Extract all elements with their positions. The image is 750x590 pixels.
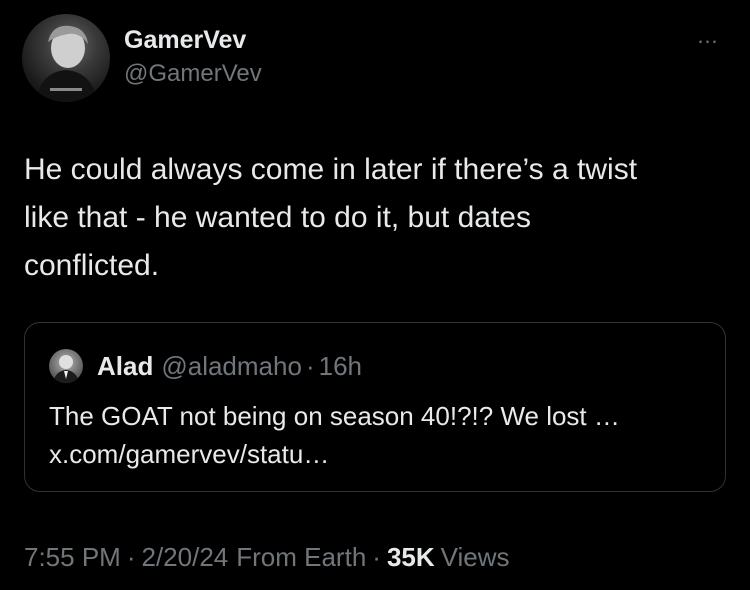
author-avatar[interactable] xyxy=(22,14,110,102)
quoted-timestamp[interactable]: 16h xyxy=(319,351,362,382)
more-icon: … xyxy=(696,23,720,48)
quoted-author-name[interactable]: Alad xyxy=(97,351,153,382)
views-count[interactable]: 35K xyxy=(387,542,435,573)
tweet-meta: 7:55 PM · 2/20/24 From Earth · 35K Views xyxy=(24,538,510,576)
quoted-separator: · xyxy=(305,350,315,381)
quoted-tweet-card[interactable]: Alad @aladmaho · 16h The GOAT not being … xyxy=(24,322,726,492)
tweet-location: From Earth xyxy=(236,541,367,572)
tweet-text: He could always come in later if there’s… xyxy=(24,153,638,282)
meta-separator: · xyxy=(126,541,136,572)
quoted-author-handle[interactable]: @aladmaho xyxy=(161,351,302,382)
quoted-avatar-image xyxy=(53,355,79,383)
quoted-author-avatar xyxy=(49,349,83,383)
tweet-time[interactable]: 7:55 PM xyxy=(24,542,121,573)
views-label: Views xyxy=(440,541,510,572)
tweet-date[interactable]: 2/20/24 xyxy=(142,542,229,573)
more-options-button[interactable]: … xyxy=(690,23,726,48)
quoted-link[interactable]: x.com/gamervev/statu… xyxy=(49,435,709,473)
author-avatar-image xyxy=(36,25,98,102)
author-display-name[interactable]: GamerVev xyxy=(124,26,246,55)
meta-separator: · xyxy=(372,541,381,572)
author-handle[interactable]: @GamerVev xyxy=(124,60,262,88)
quoted-tweet-header: Alad @aladmaho · 16h xyxy=(97,349,362,383)
quoted-text-line: The GOAT not being on season 40!?!? We l… xyxy=(49,401,620,431)
quoted-tweet-text: The GOAT not being on season 40!?!? We l… xyxy=(49,397,709,473)
